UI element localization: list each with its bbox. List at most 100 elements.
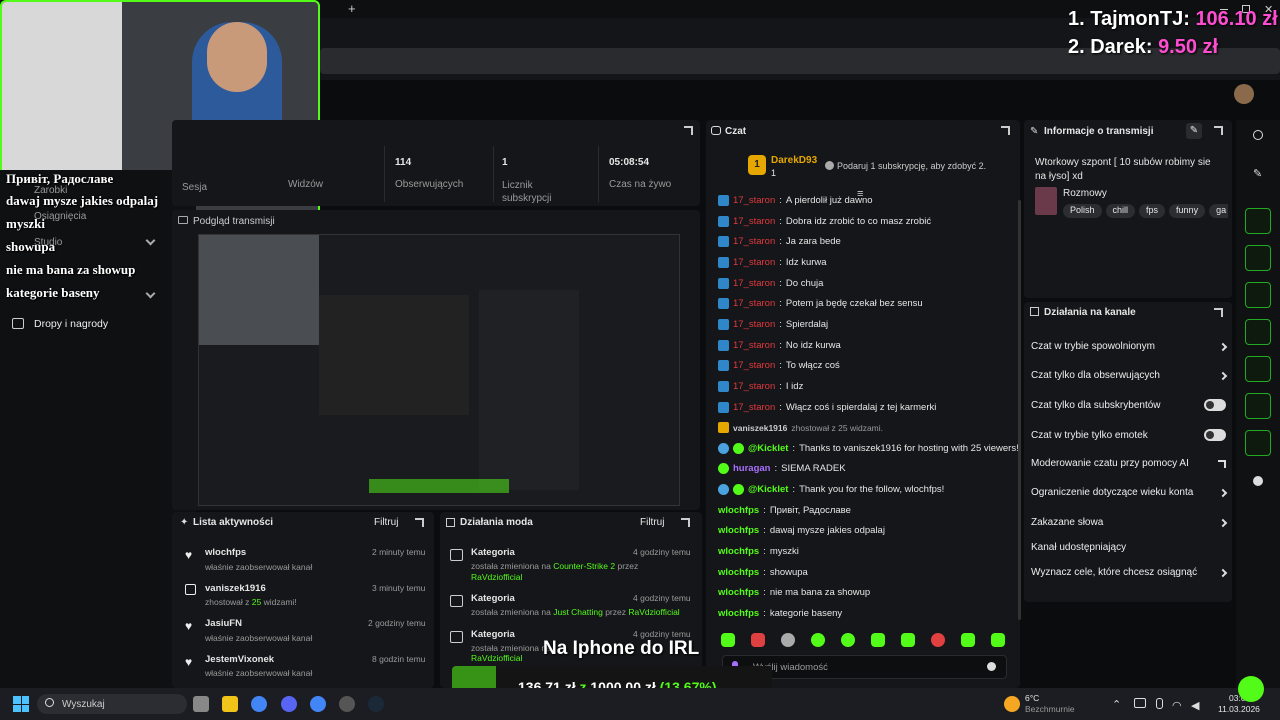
host-user[interactable]: vaniszek1916 bbox=[733, 423, 787, 433]
pinned-user[interactable]: DarekD93 bbox=[771, 155, 817, 166]
nav-item-dropy[interactable]: Dropy i nagrody bbox=[34, 318, 108, 330]
tray-app-icon[interactable] bbox=[1134, 698, 1146, 708]
expand-icon[interactable] bbox=[1214, 126, 1223, 135]
tag[interactable]: ga bbox=[1209, 204, 1228, 218]
pencil-icon[interactable]: ✎ bbox=[1253, 167, 1262, 180]
action-account-age[interactable]: Ograniczenie dotyczące wieku konta bbox=[1031, 487, 1228, 498]
chrome-icon[interactable] bbox=[310, 696, 326, 712]
emote-icon[interactable] bbox=[751, 633, 765, 647]
sidebar-tool-5[interactable] bbox=[1245, 356, 1271, 382]
sidebar-tool-4[interactable] bbox=[1245, 319, 1271, 345]
emote-icon[interactable] bbox=[811, 633, 825, 647]
chat-user[interactable]: wlochfps bbox=[718, 567, 759, 578]
volume-icon[interactable]: ◀ bbox=[1191, 699, 1199, 712]
microphone-icon[interactable] bbox=[1156, 698, 1163, 709]
chat-user[interactable]: 17_staron bbox=[733, 298, 775, 309]
mod-filter-button[interactable]: Filtruj bbox=[640, 517, 664, 528]
expand-icon[interactable] bbox=[1214, 308, 1223, 317]
avatar[interactable] bbox=[1234, 84, 1254, 104]
expand-icon[interactable] bbox=[1001, 126, 1010, 135]
chat-user[interactable]: 17_staron bbox=[733, 216, 775, 227]
chat-user[interactable]: 17_staron bbox=[733, 236, 775, 247]
chat-scrollbar[interactable] bbox=[1018, 200, 1021, 620]
category-thumbnail[interactable] bbox=[1035, 187, 1057, 215]
tag[interactable]: Polish bbox=[1063, 204, 1102, 218]
chat-user[interactable]: wlochfps bbox=[718, 505, 759, 516]
chat-user[interactable]: wlochfps bbox=[718, 546, 759, 557]
emote-icon[interactable] bbox=[841, 633, 855, 647]
tag[interactable]: chill bbox=[1105, 204, 1136, 218]
sub-prompt[interactable]: Podaruj 1 subskrypcję, aby zdobyć 2. bbox=[837, 161, 986, 171]
emoji-icon[interactable] bbox=[987, 662, 996, 671]
sidebar-tool-2[interactable] bbox=[1245, 245, 1271, 271]
emote-icon[interactable] bbox=[961, 633, 975, 647]
sidebar-tool-3[interactable] bbox=[1245, 282, 1271, 308]
expand-icon[interactable] bbox=[415, 518, 424, 527]
sidebar-tool-1[interactable] bbox=[1245, 208, 1271, 234]
mod-who[interactable]: RaVdziofficial bbox=[628, 607, 679, 617]
taskbar-search[interactable] bbox=[37, 694, 187, 714]
action-emote-only[interactable]: Czat w trybie tylko emotek bbox=[1031, 429, 1226, 441]
tag[interactable]: funny bbox=[1169, 204, 1206, 218]
action-followers-only[interactable]: Czat tylko dla obserwujących bbox=[1031, 370, 1228, 381]
chat-user[interactable]: 17_staron bbox=[733, 257, 775, 268]
chat-user[interactable]: 17_staron bbox=[733, 278, 775, 289]
action-set-goals[interactable]: Wyznacz cele, które chcesz osiągnąć bbox=[1031, 567, 1228, 578]
steam-icon[interactable] bbox=[368, 696, 384, 712]
activity-name[interactable]: vaniszek1916 bbox=[205, 583, 266, 594]
new-tab-button[interactable]: + bbox=[348, 1, 356, 16]
chrome-icon[interactable] bbox=[251, 696, 267, 712]
chat-user[interactable]: huragan bbox=[733, 463, 770, 474]
category-name[interactable]: Rozmowy bbox=[1063, 188, 1107, 199]
discord-icon[interactable] bbox=[281, 696, 297, 712]
tray-chevron-icon[interactable]: ⌃ bbox=[1112, 698, 1121, 711]
mod-who[interactable]: RaVdziofficial bbox=[471, 572, 522, 582]
file-explorer-icon[interactable] bbox=[222, 696, 238, 712]
windows-start-icon[interactable] bbox=[13, 696, 29, 712]
chat-user[interactable]: 17_staron bbox=[733, 195, 775, 206]
emote-icon[interactable] bbox=[721, 633, 735, 647]
action-subs-only[interactable]: Czat tylko dla subskrybentów bbox=[1031, 399, 1226, 411]
emote-icon[interactable] bbox=[781, 633, 795, 647]
activity-name[interactable]: wlochfps bbox=[205, 547, 246, 558]
sidebar-tool-6[interactable] bbox=[1245, 393, 1271, 419]
info-icon[interactable] bbox=[1253, 130, 1263, 140]
mod-who[interactable]: RaVdziofficial bbox=[471, 653, 522, 663]
activity-name[interactable]: JasiuFN bbox=[205, 618, 242, 629]
wifi-icon[interactable]: ◠ bbox=[1172, 699, 1182, 712]
chat-user[interactable]: 17_staron bbox=[733, 340, 775, 351]
integrations-icon[interactable] bbox=[1253, 476, 1263, 486]
emote-icon[interactable] bbox=[901, 633, 915, 647]
edit-icon[interactable]: ✎ bbox=[1186, 123, 1202, 139]
emote-icon[interactable] bbox=[931, 633, 945, 647]
expand-icon[interactable] bbox=[684, 126, 693, 135]
mod-cat[interactable]: Just Chatting bbox=[553, 607, 603, 617]
activity-filter-button[interactable]: Filtruj bbox=[374, 517, 398, 528]
activity-name[interactable]: JestemVixonek bbox=[205, 654, 274, 665]
obs-icon[interactable] bbox=[339, 696, 355, 712]
task-view-icon[interactable] bbox=[193, 696, 209, 712]
mod-cat[interactable]: Counter-Strike 2 bbox=[553, 561, 615, 571]
chat-user[interactable]: wlochfps bbox=[718, 525, 759, 536]
subs-only-toggle[interactable] bbox=[1204, 399, 1226, 411]
chat-user[interactable]: 17_staron bbox=[733, 360, 775, 371]
sidebar-tool-7[interactable] bbox=[1245, 430, 1271, 456]
chat-user[interactable]: 17_staron bbox=[733, 402, 775, 413]
chat-user[interactable]: wlochfps bbox=[718, 608, 759, 619]
stream-preview-thumbnail[interactable] bbox=[198, 234, 680, 506]
emote-only-toggle[interactable] bbox=[1204, 429, 1226, 441]
chat-user[interactable]: 17_staron bbox=[733, 381, 775, 392]
action-slow-mode[interactable]: Czat w trybie spowolnionym bbox=[1031, 341, 1228, 352]
chat-user[interactable]: @Kicklet bbox=[748, 443, 788, 454]
emote-icon[interactable] bbox=[871, 633, 885, 647]
chat-user[interactable]: @Kicklet bbox=[748, 484, 788, 495]
tag[interactable]: fps bbox=[1139, 204, 1166, 218]
expand-icon[interactable] bbox=[681, 518, 690, 527]
emote-icon[interactable] bbox=[991, 633, 1005, 647]
chat-user[interactable]: 17_staron bbox=[733, 319, 775, 330]
action-banned-words[interactable]: Zakazane słowa bbox=[1031, 517, 1228, 528]
action-ai-moderation[interactable]: Moderowanie czatu przy pomocy AI bbox=[1031, 458, 1226, 469]
action-sharing-channel[interactable]: Kanał udostępniający bbox=[1031, 542, 1226, 553]
kick-fab-icon[interactable] bbox=[1238, 676, 1264, 702]
chat-user[interactable]: wlochfps bbox=[718, 587, 759, 598]
